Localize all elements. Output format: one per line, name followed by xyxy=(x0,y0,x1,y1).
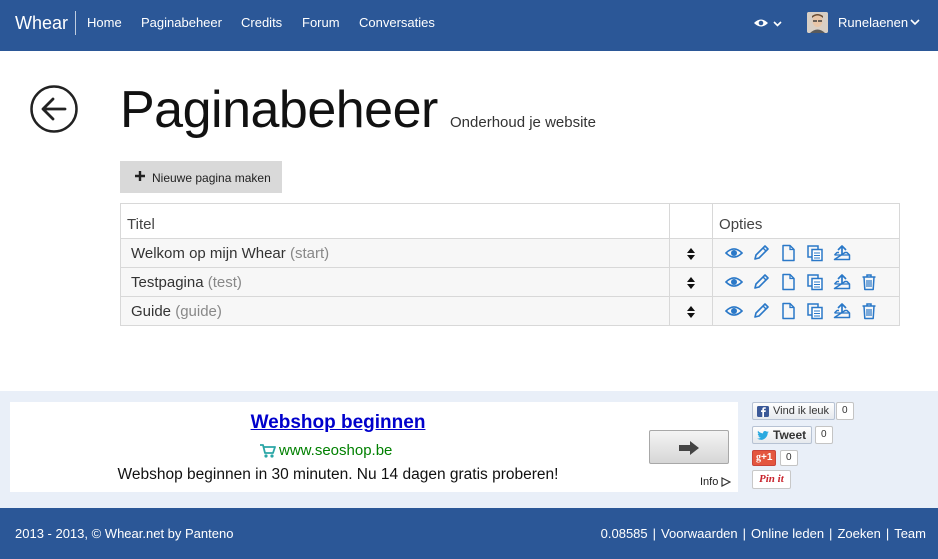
publish-upload-icon[interactable] xyxy=(833,244,851,262)
page-title-cell: Welkom op mijn Whear (start) xyxy=(119,238,671,268)
ad-info-link[interactable]: Info xyxy=(700,476,732,489)
facebook-like-button[interactable]: Vind ik leuk xyxy=(752,402,836,420)
ad-go-button[interactable] xyxy=(649,430,729,464)
back-arrow-icon[interactable] xyxy=(29,84,79,134)
ad-url-link[interactable]: www.seoshop.be xyxy=(279,442,392,460)
footer-link-zoeken[interactable]: Zoeken xyxy=(837,526,880,541)
top-navbar: Whear Home Paginabeheer Credits Forum Co… xyxy=(0,0,938,51)
publish-upload-icon[interactable] xyxy=(833,302,851,320)
ad-text: Webshop beginnen in 30 minuten. Nu 14 da… xyxy=(117,466,559,483)
footer-links: 0.08585 | Voorwaarden | Online leden | Zoeken |… xyxy=(601,526,926,541)
view-eye-icon[interactable] xyxy=(725,302,744,320)
new-document-icon[interactable] xyxy=(779,273,797,291)
facebook-icon xyxy=(757,406,769,417)
footer-separator: | xyxy=(652,526,657,541)
footer-copyright: 2013 - 2013, © Whear.net by Panteno xyxy=(15,526,234,541)
sort-icon[interactable] xyxy=(687,305,696,318)
footer: 2013 - 2013, © Whear.net by Panteno 0.08… xyxy=(0,508,938,559)
arrow-right-icon xyxy=(679,441,699,455)
footer-link-online-leden[interactable]: Online leden xyxy=(751,526,824,541)
column-header-options: Opties xyxy=(712,203,900,239)
tweet-button[interactable]: Tweet xyxy=(752,426,813,444)
sort-cell xyxy=(669,238,714,268)
nav-item-forum[interactable]: Forum xyxy=(302,15,340,31)
footer-version: 0.08585 xyxy=(600,526,648,541)
table-header-row: Titel Opties xyxy=(119,203,900,239)
view-eye-icon[interactable] xyxy=(725,244,744,262)
table-row: Testpagina (test) xyxy=(119,267,900,297)
page-title-cell: Guide (guide) xyxy=(119,296,671,326)
new-page-button[interactable]: Nieuwe pagina maken xyxy=(120,161,282,193)
sort-cell xyxy=(669,296,714,326)
new-page-label: Nieuwe pagina maken xyxy=(152,171,271,185)
ad-info-label: Info xyxy=(700,476,719,488)
nav-item-paginabeheer[interactable]: Paginabeheer xyxy=(141,15,222,31)
sort-icon[interactable] xyxy=(687,276,696,289)
facebook-like-count: 0 xyxy=(836,402,854,420)
page-name: Guide xyxy=(131,302,172,320)
footer-separator: | xyxy=(742,526,747,541)
page-slug: (test) xyxy=(207,273,242,291)
edit-pencil-icon[interactable] xyxy=(752,273,770,291)
tweet-label: Tweet xyxy=(773,428,807,442)
page-slug: (start) xyxy=(289,244,330,262)
page-slug: (guide) xyxy=(175,302,222,320)
table-row: Guide (guide) xyxy=(119,296,900,326)
page-title: Paginabeheer xyxy=(120,81,438,139)
plus-icon xyxy=(135,171,145,181)
footer-separator: | xyxy=(885,526,890,541)
page-name: Testpagina xyxy=(131,273,204,291)
ad-banner[interactable]: Webshop beginnen www.seoshop.be Webshop … xyxy=(10,402,738,492)
footer-link-voorwaarden[interactable]: Voorwaarden xyxy=(661,526,738,541)
google-plus-label: +1 xyxy=(761,452,773,463)
footer-separator: | xyxy=(829,526,833,541)
delete-trash-icon[interactable] xyxy=(860,302,878,320)
twitter-bird-icon xyxy=(757,430,769,440)
brand-logo[interactable]: Whear xyxy=(15,12,68,34)
nav-item-conversaties[interactable]: Conversaties xyxy=(359,15,435,31)
sort-icon[interactable] xyxy=(687,247,696,260)
options-cell xyxy=(712,238,900,268)
pinterest-label: Pin it xyxy=(759,473,784,485)
visibility-dropdown[interactable] xyxy=(754,14,784,32)
edit-pencil-icon[interactable] xyxy=(752,244,770,262)
pinterest-button[interactable]: Pin it xyxy=(752,470,791,489)
table-row: Welkom op mijn Whear (start) xyxy=(119,238,900,268)
new-document-icon[interactable] xyxy=(779,244,797,262)
delete-trash-icon[interactable] xyxy=(860,273,878,291)
sort-cell xyxy=(669,267,714,297)
new-document-icon[interactable] xyxy=(779,302,797,320)
view-eye-icon[interactable] xyxy=(725,273,744,291)
options-cell xyxy=(712,296,900,326)
facebook-like-label: Vind ik leuk xyxy=(773,405,830,417)
avatar xyxy=(807,12,828,33)
page-name: Welkom op mijn Whear xyxy=(131,244,286,262)
column-header-sort xyxy=(669,203,714,239)
google-plus-count: 0 xyxy=(780,450,798,466)
brand-divider xyxy=(75,11,76,35)
chevron-down-icon xyxy=(910,19,920,26)
page-subtitle: Onderhoud je website xyxy=(450,114,596,131)
tweet-count: 0 xyxy=(815,426,833,444)
shopping-cart-icon xyxy=(260,444,276,458)
ad-title-link[interactable]: Webshop beginnen xyxy=(10,412,666,434)
copy-icon[interactable] xyxy=(806,302,824,320)
publish-upload-icon[interactable] xyxy=(833,273,851,291)
nav-item-home[interactable]: Home xyxy=(87,15,122,31)
page-title-cell: Testpagina (test) xyxy=(119,267,671,297)
adchoices-icon xyxy=(721,477,732,488)
nav-item-credits[interactable]: Credits xyxy=(241,15,282,31)
footer-link-team[interactable]: Team xyxy=(894,526,926,541)
pages-table: Titel Opties Welkom op mijn Whear (start… xyxy=(119,203,900,326)
eye-icon xyxy=(754,19,768,27)
chevron-down-icon xyxy=(773,21,782,27)
column-header-title: Titel xyxy=(119,203,671,239)
copy-icon[interactable] xyxy=(806,244,824,262)
copy-icon[interactable] xyxy=(806,273,824,291)
edit-pencil-icon[interactable] xyxy=(752,302,770,320)
google-plus-one-button[interactable]: g+1 xyxy=(752,450,777,466)
options-cell xyxy=(712,267,900,297)
username: Runelaenen xyxy=(838,15,909,30)
